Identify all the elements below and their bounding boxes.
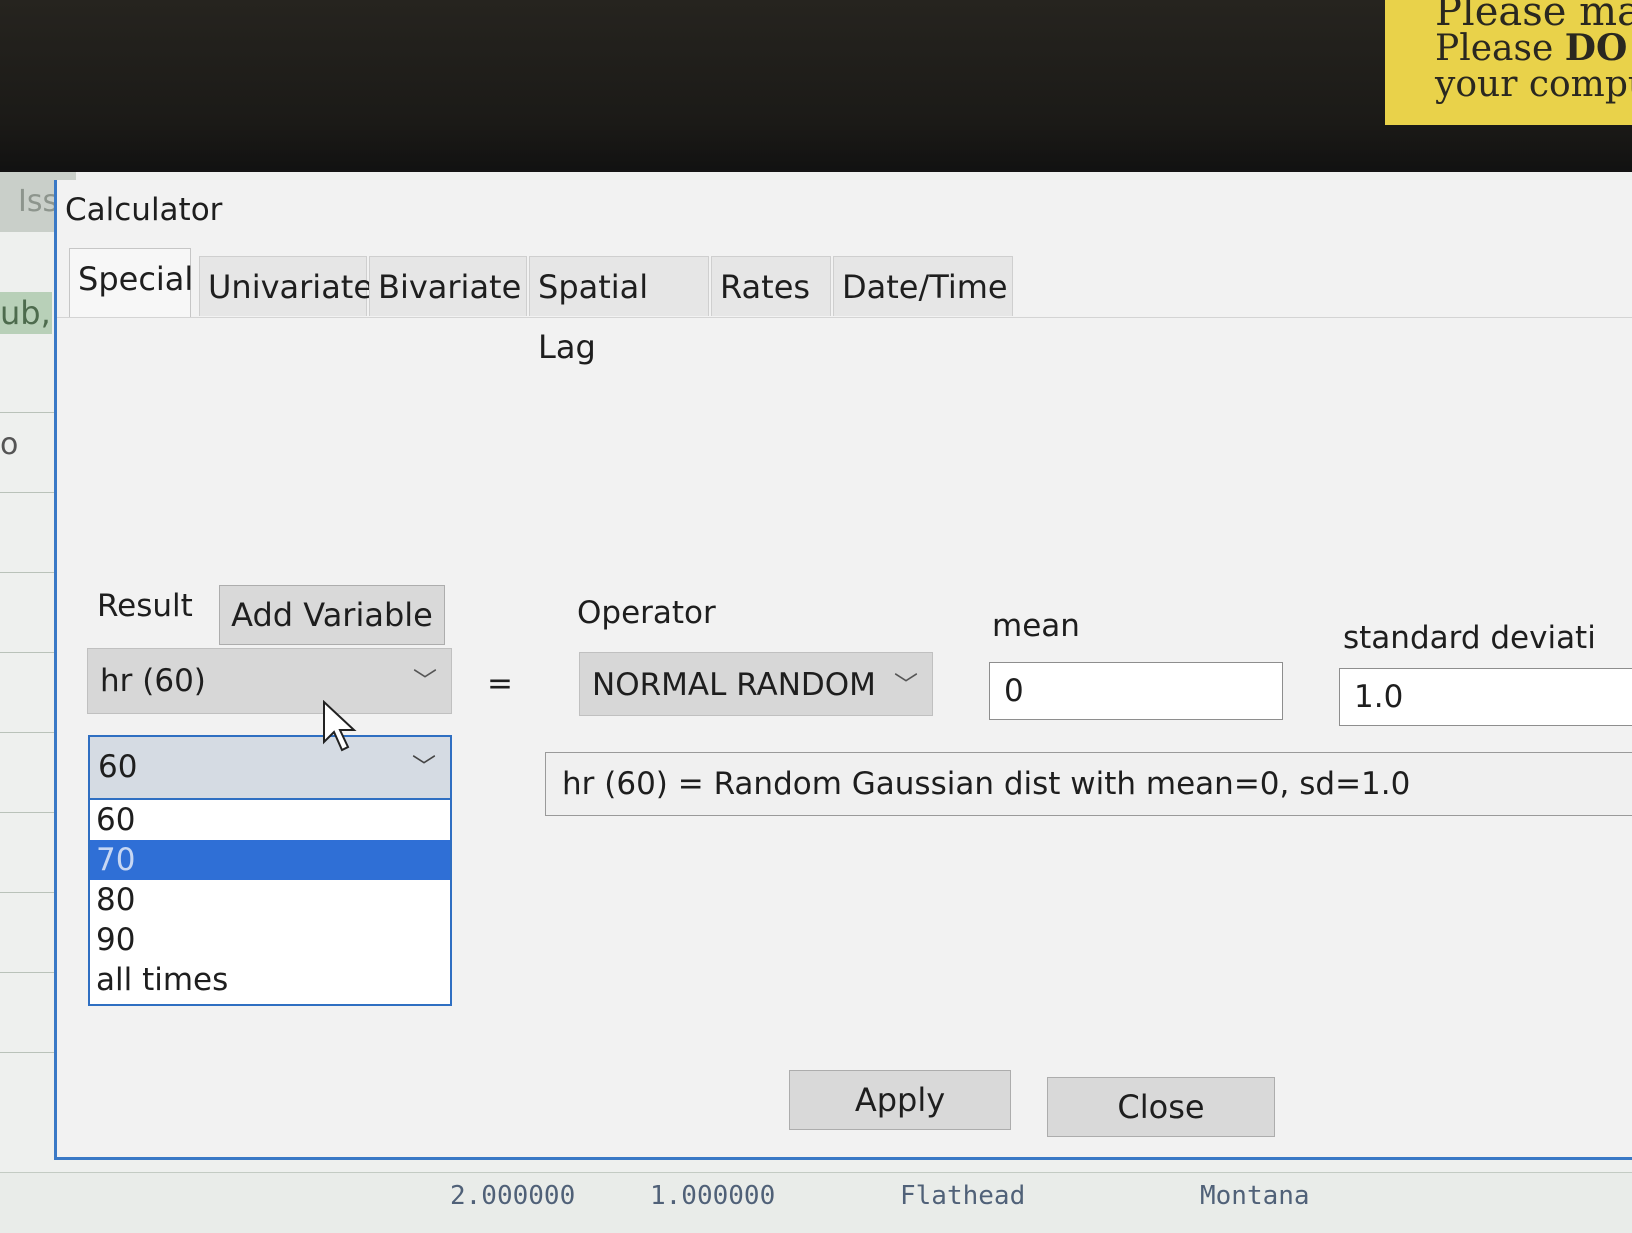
mouse-cursor-icon bbox=[323, 700, 357, 752]
tab-bar: Special Univariate Bivariate Spatial Lag… bbox=[57, 248, 1632, 366]
grid-line bbox=[0, 572, 55, 573]
time-option-60[interactable]: 60 bbox=[90, 800, 450, 840]
operator-select[interactable]: NORMAL RANDOM ﹀ bbox=[579, 652, 933, 716]
sd-label: standard deviati bbox=[1343, 620, 1596, 656]
result-variable-value: hr (60) bbox=[100, 663, 206, 699]
tab-special[interactable]: Special bbox=[69, 248, 193, 318]
tab-divider bbox=[57, 317, 1632, 318]
tab-spatial-lag[interactable]: Spatial Lag bbox=[529, 256, 709, 366]
add-variable-button[interactable]: Add Variable bbox=[219, 585, 445, 645]
table-cell: Montana bbox=[1200, 1181, 1310, 1211]
grid-line bbox=[0, 892, 55, 893]
sticky-note-line-3: your compute bbox=[1435, 64, 1632, 105]
grid-line bbox=[0, 972, 55, 973]
tab-rates[interactable]: Rates bbox=[711, 256, 831, 316]
result-variable-select[interactable]: hr (60) ﹀ bbox=[87, 648, 452, 714]
sticky-note-line-1: Please ma bbox=[1435, 0, 1632, 35]
chevron-down-icon: ﹀ bbox=[413, 667, 437, 695]
expression-display: hr (60) = Random Gaussian dist with mean… bbox=[545, 752, 1632, 816]
tab-univariate[interactable]: Univariate bbox=[199, 256, 373, 316]
table-cell: Flathead bbox=[900, 1181, 1026, 1211]
mean-input[interactable] bbox=[989, 662, 1283, 720]
mean-label: mean bbox=[992, 608, 1080, 644]
sticky-note-line-2-bold: DO N bbox=[1564, 27, 1632, 69]
chevron-down-icon: ﹀ bbox=[412, 753, 436, 781]
grid-line bbox=[0, 1052, 55, 1053]
time-option-70[interactable]: 70 bbox=[90, 840, 450, 880]
sticky-note-line-2-prefix: Please bbox=[1435, 28, 1565, 69]
grid-line bbox=[0, 732, 55, 733]
time-select[interactable]: 60 ﹀ bbox=[88, 735, 452, 800]
chevron-down-icon: ﹀ bbox=[894, 671, 918, 699]
time-select-value: 60 bbox=[98, 749, 138, 785]
table-cell: 1.000000 bbox=[650, 1181, 776, 1211]
background-cell-stub-2: o bbox=[0, 427, 19, 462]
grid-line bbox=[0, 652, 55, 653]
operator-label: Operator bbox=[577, 595, 716, 631]
tab-bivariate[interactable]: Bivariate bbox=[369, 256, 527, 316]
background-cell-stub: ub, bbox=[0, 292, 52, 334]
equals-sign: = bbox=[487, 666, 513, 702]
dialog-title: Calculator bbox=[65, 192, 223, 228]
time-select-list: 60 70 80 90 all times bbox=[88, 800, 452, 1006]
grid-line bbox=[0, 412, 55, 413]
tab-date-time[interactable]: Date/Time bbox=[833, 256, 1013, 316]
time-option-all-times[interactable]: all times bbox=[90, 960, 450, 1000]
sticky-note-line-2: Please DO N bbox=[1435, 30, 1632, 67]
table-cell: 2.000000 bbox=[450, 1181, 576, 1211]
sd-input[interactable] bbox=[1339, 668, 1632, 726]
time-option-90[interactable]: 90 bbox=[90, 920, 450, 960]
calculator-dialog: Calculator Special Univariate Bivariate … bbox=[54, 180, 1632, 1160]
time-option-80[interactable]: 80 bbox=[90, 880, 450, 920]
sticky-note: Please ma Please DO N your compute bbox=[1385, 0, 1632, 125]
grid-line bbox=[0, 492, 55, 493]
result-label: Result bbox=[97, 588, 193, 624]
operator-value: NORMAL RANDOM bbox=[592, 667, 876, 703]
apply-button[interactable]: Apply bbox=[789, 1070, 1011, 1130]
close-button[interactable]: Close bbox=[1047, 1077, 1275, 1137]
grid-line bbox=[0, 812, 55, 813]
